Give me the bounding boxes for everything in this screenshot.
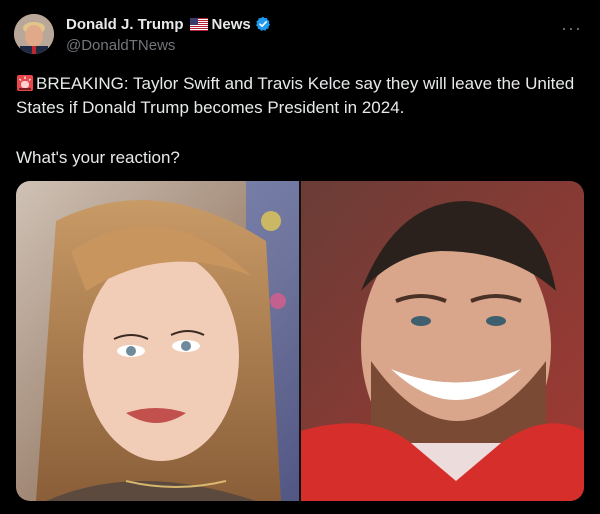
siren-emoji-icon <box>16 74 34 92</box>
tweet-text-content: BREAKING: Taylor Swift and Travis Kelce … <box>16 74 575 117</box>
verified-badge-icon <box>255 16 271 32</box>
media-image-left[interactable] <box>16 181 299 501</box>
us-flag-icon <box>189 17 208 31</box>
author-info: Donald J. Trump News @DonaldTNews <box>66 14 271 54</box>
author-name-suffix: News <box>211 15 251 33</box>
tweet-question: What's your reaction? <box>16 148 180 167</box>
tweet-media[interactable] <box>16 181 584 501</box>
avatar[interactable] <box>14 14 54 54</box>
author-name[interactable]: Donald J. Trump <box>66 16 184 33</box>
tweet-text: BREAKING: Taylor Swift and Travis Kelce … <box>16 72 591 120</box>
author-handle[interactable]: @DonaldTNews <box>66 37 271 54</box>
tweet[interactable]: Donald J. Trump News @DonaldTNews ··· BR… <box>0 0 600 514</box>
media-image-right[interactable] <box>301 181 584 501</box>
more-options-icon[interactable]: ··· <box>561 18 582 39</box>
